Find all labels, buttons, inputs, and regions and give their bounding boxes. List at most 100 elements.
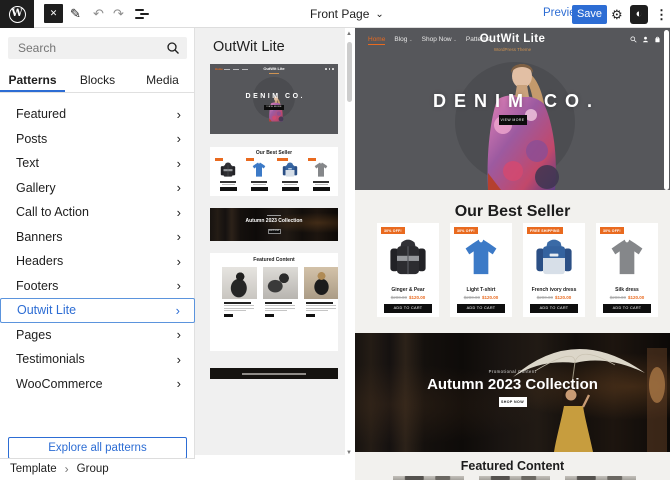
featured-heading: Featured Content [355, 459, 670, 473]
sale-badge: 30% Off! [600, 227, 624, 234]
wordpress-logo-button[interactable]: W [0, 0, 34, 28]
save-button[interactable]: Save [572, 5, 607, 24]
featured-image [565, 476, 636, 480]
chevron-right-icon: › [176, 303, 180, 318]
pattern-preview-promo[interactable]: Autumn 2023 Collection SHOP NOW [210, 208, 338, 241]
scroll-down-icon[interactable]: ▼ [346, 450, 352, 456]
edit-pencil-icon[interactable]: ✎ [70, 4, 81, 23]
user-icon[interactable] [642, 36, 649, 43]
sidebar-item-call-to-action[interactable]: Call to Action› [0, 200, 195, 225]
best-seller-heading: Our Best Seller [355, 203, 670, 221]
sidebar-item-testimonials[interactable]: Testimonials› [0, 347, 195, 372]
add-to-cart-button[interactable]: ADD TO CART [603, 304, 651, 313]
pattern-preview-best-seller[interactable]: Our Best Seller [210, 147, 338, 196]
promo-kicker: Promotional Content [355, 369, 670, 374]
sidebar-item-text[interactable]: Text› [0, 151, 195, 176]
pattern-preview-hero[interactable]: Home OutWit Lite DENIM CO. VIEW MORE [210, 64, 338, 134]
document-switcher[interactable]: Front Page ⌄ [310, 0, 384, 28]
add-to-cart-button[interactable]: ADD TO CART [457, 304, 505, 313]
mini-hero-title: DENIM CO. [210, 93, 338, 100]
search-input[interactable] [8, 37, 187, 59]
styles-contrast-icon[interactable]: ◐ [630, 5, 648, 24]
featured-image [479, 476, 550, 480]
sale-price: $120.00 [555, 295, 571, 300]
category-label: WooCommerce [16, 377, 103, 391]
undo-icon[interactable]: ↶ [93, 4, 104, 23]
editor-topbar: W ✕ ✎ ↶ ↷ Front Page ⌄ Preview Save ⚙ ◐ … [0, 0, 670, 28]
kebab-menu-icon[interactable]: ⋮ [655, 5, 668, 24]
sale-badge: 30% Off! [381, 227, 405, 234]
tab-media[interactable]: Media [130, 69, 195, 92]
chevron-down-icon: ⌄ [375, 9, 383, 20]
panel-title: OutWit Lite [213, 39, 285, 55]
add-to-cart-button[interactable]: ADD TO CART [384, 304, 432, 313]
featured-image [393, 476, 464, 480]
category-label: Testimonials [16, 352, 85, 366]
best-seller-section: Our Best Seller 30% Off! Ginger & Pear $… [355, 190, 670, 333]
cart-bag-icon[interactable] [654, 36, 661, 43]
mini-header-icons [325, 68, 334, 70]
chevron-right-icon: › [177, 107, 181, 122]
list-view-icon[interactable] [135, 9, 149, 19]
search-box [8, 37, 187, 59]
mini-product-card [308, 158, 334, 193]
old-price: $200.00 [391, 295, 407, 300]
sidebar-item-banners[interactable]: Banners › [0, 225, 195, 250]
sidebar-item-posts[interactable]: Posts› [0, 127, 195, 152]
sidebar-item-gallery[interactable]: Gallery› [0, 176, 195, 201]
product-card[interactable]: 30% Off! Silk dress $200.00$120.00 ADD T… [596, 223, 658, 317]
sidebar-item-featured[interactable]: Featured› [0, 102, 195, 127]
product-image [386, 235, 430, 281]
chevron-right-icon: › [177, 131, 181, 146]
mini-promo-button: SHOP NOW [268, 229, 281, 234]
sidebar-item-outwit-lite[interactable]: Outwit Lite› [0, 298, 195, 323]
product-card[interactable]: 30% Off! Ginger & Pear $200.00$120.00 AD… [377, 223, 439, 317]
hero-title: DENIM CO. [355, 91, 670, 112]
pattern-preview-footer[interactable] [210, 368, 338, 379]
chevron-right-icon: › [177, 156, 181, 171]
sidebar-item-woocommerce[interactable]: WooCommerce › [0, 372, 195, 397]
featured-content-section: Featured Content [355, 452, 670, 480]
chevron-right-icon: › [177, 229, 181, 244]
chevron-right-icon: › [65, 462, 69, 476]
hero-view-more-button[interactable]: VIEW MORE [499, 115, 527, 125]
product-image [459, 235, 503, 281]
breadcrumb-template[interactable]: Template [10, 463, 57, 475]
explore-all-patterns-button[interactable]: Explore all patterns [8, 437, 187, 459]
free-shipping-badge: Free Shipping [527, 227, 563, 234]
canvas-scrollbar-thumb[interactable] [664, 30, 669, 190]
mini-featured-heading: Featured Content [210, 257, 338, 263]
inserter-tabs: Patterns Blocks Media [0, 69, 195, 93]
sidebar-item-footers[interactable]: Footers› [0, 274, 195, 299]
pattern-preview-featured[interactable]: Featured Content [210, 253, 338, 351]
chevron-right-icon: › [177, 376, 181, 391]
old-price: $200.00 [610, 295, 626, 300]
product-card[interactable]: 30% Off! Light T-shirt $200.00$120.00 AD… [450, 223, 512, 317]
product-image [605, 235, 649, 281]
close-icon[interactable]: ✕ [44, 4, 63, 23]
product-name: Silk dress [596, 287, 658, 293]
site-editor: W ✕ ✎ ↶ ↷ Front Page ⌄ Preview Save ⚙ ◐ … [0, 0, 670, 480]
tab-blocks[interactable]: Blocks [65, 69, 130, 92]
shop-now-button[interactable]: SHOP NOW [499, 397, 527, 407]
category-label: Banners [16, 230, 63, 244]
mini-featured-card [304, 267, 338, 317]
inserter-sidebar: Patterns Blocks Media Featured› Posts› T… [0, 28, 195, 458]
category-label: Headers [16, 254, 63, 268]
old-price: $200.00 [537, 295, 553, 300]
scroll-up-icon[interactable]: ▲ [346, 31, 352, 37]
promo-section: Promotional Content Autumn 2023 Collecti… [355, 333, 670, 452]
site-branding[interactable]: OutWit Lite WordPress Theme [355, 33, 670, 52]
sidebar-item-pages[interactable]: Pages› [0, 323, 195, 348]
panel-scrollbar-thumb[interactable] [347, 42, 352, 102]
search-icon[interactable] [630, 36, 637, 43]
tab-patterns[interactable]: Patterns [0, 69, 65, 92]
breadcrumb-group[interactable]: Group [77, 463, 109, 475]
product-card[interactable]: Free Shipping French ivory dress $200.00… [523, 223, 585, 317]
add-to-cart-button[interactable]: ADD TO CART [530, 304, 578, 313]
sidebar-item-headers[interactable]: Headers› [0, 249, 195, 274]
header-icons [630, 36, 661, 43]
redo-icon[interactable]: ↷ [113, 4, 124, 23]
gear-icon[interactable]: ⚙ [611, 5, 623, 24]
product-image [532, 235, 576, 281]
